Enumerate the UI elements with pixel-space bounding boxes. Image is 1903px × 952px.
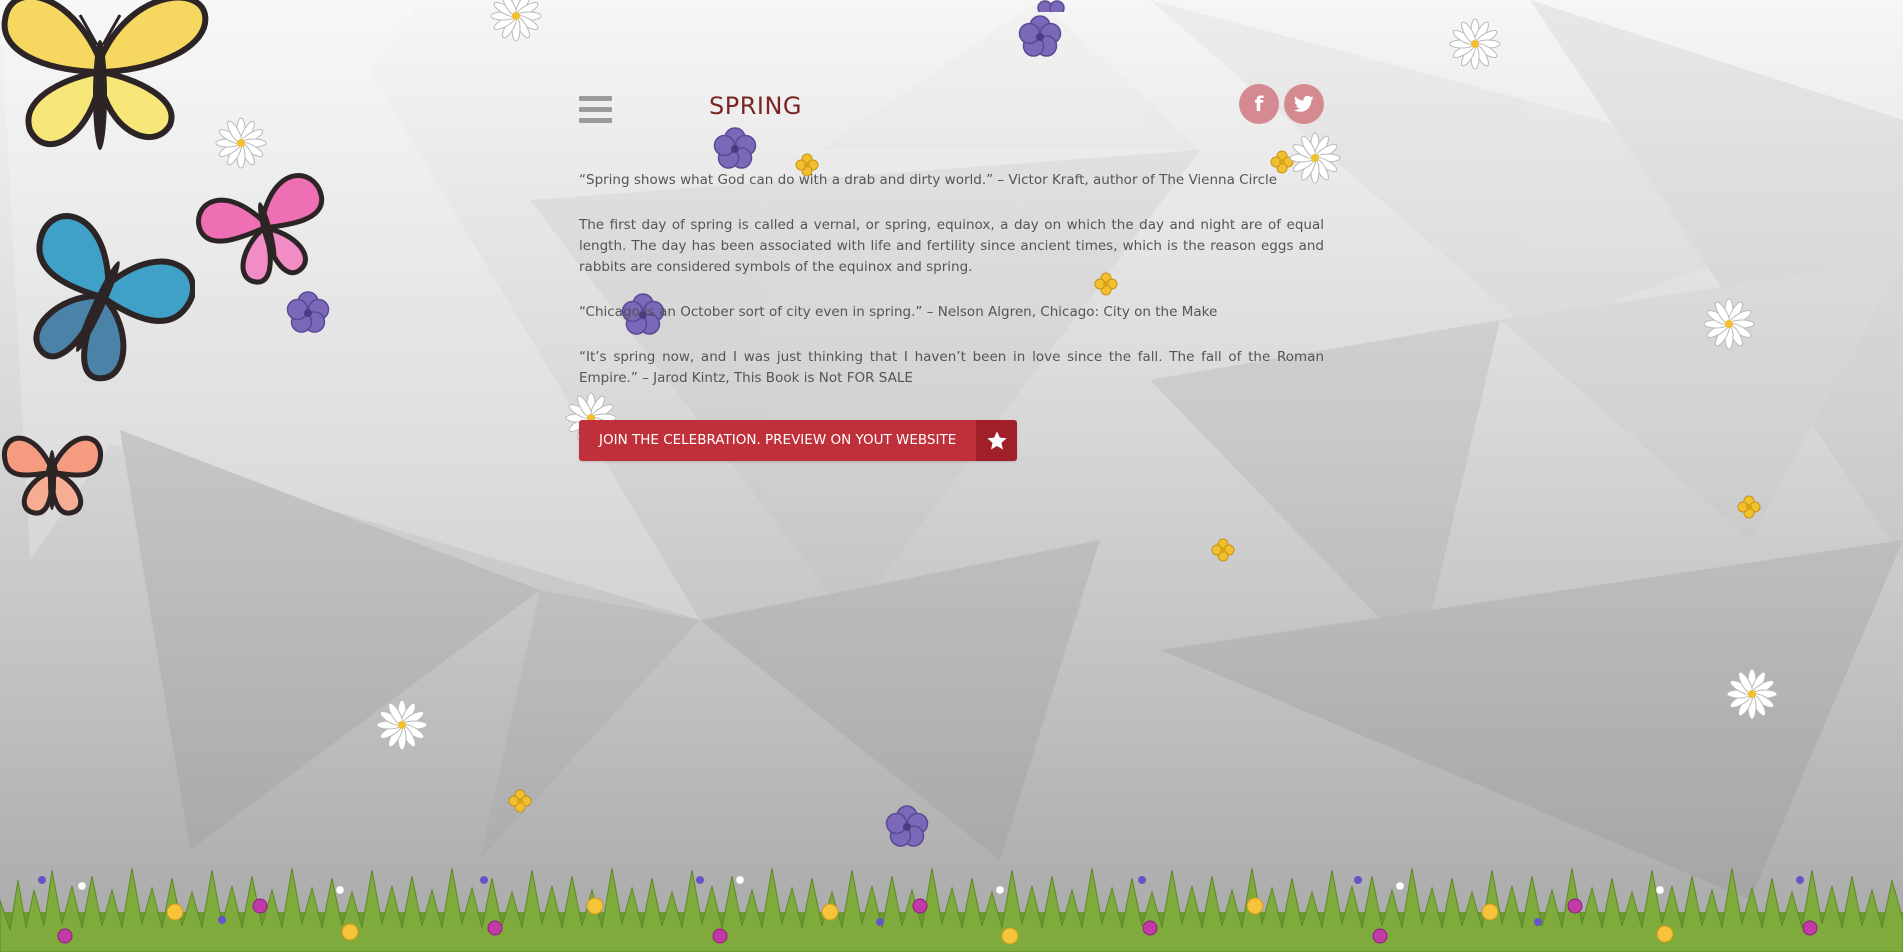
purple-flower-icon (1037, 0, 1065, 12)
yellow-flower-icon (1211, 538, 1235, 562)
white-daisy-icon (490, 0, 542, 42)
purple-flower-icon (286, 291, 330, 333)
join-celebration-button[interactable]: JOIN THE CELEBRATION. PREVIEW ON YOUT WE… (579, 420, 1018, 461)
purple-flower-icon (1018, 15, 1062, 57)
grass-meadow (0, 867, 1903, 952)
star-icon-box (976, 420, 1018, 461)
paragraph: “Spring shows what God can do with a dra… (579, 172, 1278, 188)
twitter-icon (1294, 95, 1314, 112)
quotes-text: “Spring shows what God can do with a dra… (579, 170, 1324, 413)
cta-label: JOIN THE CELEBRATION. PREVIEW ON YOUT WE… (579, 420, 977, 461)
yellow-flower-icon (1737, 495, 1761, 519)
hamburger-menu-icon[interactable] (579, 96, 612, 124)
paragraph: “It’s spring now, and I was just thinkin… (579, 349, 1324, 386)
paragraph: “Chicago is an October sort of city even… (579, 304, 1218, 320)
white-daisy-icon (1449, 18, 1501, 70)
star-icon (987, 430, 1007, 450)
social-links: f (1239, 84, 1324, 124)
paragraph: The first day of spring is called a vern… (579, 217, 1324, 275)
yellow-butterfly-icon (1, 0, 209, 150)
facebook-icon: f (1254, 92, 1264, 116)
white-daisy-icon (1703, 298, 1755, 350)
white-daisy-icon (215, 117, 267, 169)
purple-flower-icon (713, 127, 757, 169)
white-daisy-icon (376, 699, 428, 751)
twitter-button[interactable] (1284, 84, 1324, 124)
orange-butterfly-icon (1, 435, 104, 516)
page-title: SPRING (709, 92, 803, 120)
yellow-flower-icon (508, 789, 532, 813)
background-lowpoly (0, 0, 1903, 952)
pink-butterfly-icon (196, 173, 325, 285)
facebook-button[interactable]: f (1239, 84, 1279, 124)
blue-butterfly-icon (33, 213, 195, 382)
white-daisy-icon (1726, 668, 1778, 720)
